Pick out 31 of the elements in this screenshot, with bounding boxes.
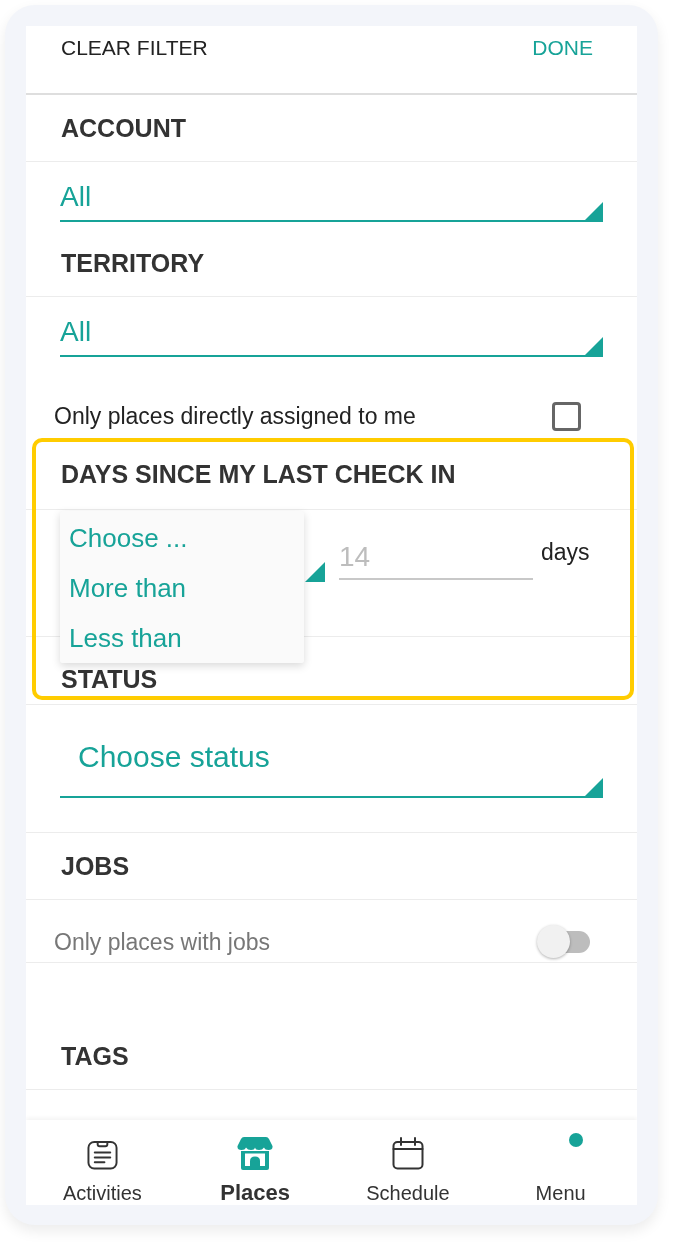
clipboard-icon [86,1139,118,1170]
unit-label: days [541,539,590,565]
section-title: JOBS [61,851,130,881]
dropdown-triangle-icon [583,778,603,798]
section-title: TAGS [61,1041,129,1071]
section-title: ACCOUNT [61,113,186,143]
section-title: DAYS SINCE MY LAST CHECK IN [61,458,456,489]
checkbox-label: Only places directly assigned to me [54,402,416,430]
checkbox[interactable] [552,401,581,431]
nav-tab[interactable]: Places [220,1120,290,1205]
nav-tab[interactable]: Activities [62,1120,142,1205]
dropdown-triangle-icon[interactable] [305,562,325,582]
territory-select[interactable]: All [60,311,603,357]
section-title: STATUS [61,664,158,694]
clear-filter-button[interactable]: CLEAR FILTER [61,36,208,60]
days-input[interactable]: 14 [339,536,533,580]
status-select[interactable]: Choose status [60,735,603,798]
dropdown-triangle-icon [583,337,603,357]
account-select[interactable]: All [60,176,603,222]
section-title: TERRITORY [61,248,205,278]
nav-tab[interactable]: Menu [535,1120,586,1205]
menu-option[interactable]: More than [60,563,304,613]
store-icon [237,1137,274,1170]
menu-option[interactable]: Choose ... [60,513,304,563]
done-button[interactable]: DONE [532,36,593,60]
calendar-icon [391,1137,424,1170]
dropdown-triangle-icon [583,202,603,222]
toggle-label: Only places with jobs [54,927,271,956]
nav-tab[interactable]: Schedule [366,1120,450,1205]
jobs-toggle[interactable] [537,925,590,958]
menu-option[interactable]: Less than [60,613,304,663]
